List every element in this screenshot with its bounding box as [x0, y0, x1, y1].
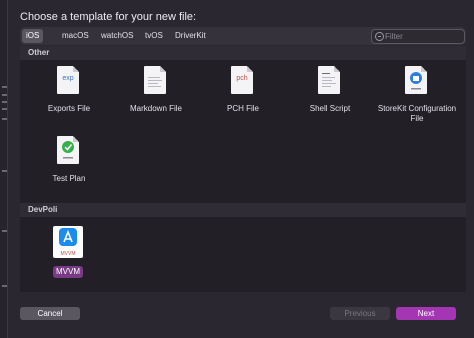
template-shell-script[interactable]: Shell Script: [286, 66, 374, 134]
template-label: StoreKit Configuration File: [377, 104, 457, 123]
cancel-button[interactable]: Cancel: [20, 307, 80, 320]
tab-macos[interactable]: macOS: [58, 29, 93, 43]
blank-document-icon: [144, 66, 166, 94]
storekit-document-icon: [405, 66, 427, 94]
testplan-document-icon: [57, 136, 79, 164]
tab-watchos[interactable]: watchOS: [97, 29, 137, 43]
template-label: Exports File: [47, 104, 91, 113]
new-file-sheet: Choose a template for your new file: iOS…: [7, 0, 474, 338]
script-document-icon: [318, 66, 340, 94]
svg-text:MVVM: MVVM: [61, 251, 76, 257]
tab-ios[interactable]: iOS: [22, 29, 44, 43]
tab-driverkit[interactable]: DriverKit: [171, 29, 210, 43]
mvvm-appstore-icon: MVVM: [53, 226, 83, 258]
template-label: Test Plan: [52, 174, 86, 183]
section-header-other: Other: [20, 46, 466, 60]
tab-tvos[interactable]: tvOS: [141, 29, 167, 43]
platform-tab-bar: iOS macOS watchOS tvOS DriverKit: [20, 27, 466, 45]
template-markdown-file[interactable]: Markdown File: [112, 66, 200, 134]
exp-document-icon: exp: [57, 66, 79, 94]
section-header-devpoli: DevPoli: [20, 203, 466, 217]
template-list: Other exp Exports File Markdown File pch…: [20, 46, 466, 292]
dialog-title: Choose a template for your new file:: [20, 11, 197, 23]
template-label: Shell Script: [309, 104, 351, 113]
previous-button[interactable]: Previous: [330, 307, 390, 320]
template-pch-file[interactable]: pch PCH File: [199, 66, 287, 134]
template-exports-file[interactable]: exp Exports File: [25, 66, 113, 134]
filter-icon: [375, 32, 384, 41]
template-label: PCH File: [226, 104, 259, 113]
next-button[interactable]: Next: [396, 307, 456, 320]
filter-input[interactable]: [385, 30, 461, 43]
filter-field[interactable]: [371, 29, 465, 44]
template-test-plan[interactable]: Test Plan: [25, 136, 113, 204]
template-label: MVVM: [53, 266, 83, 278]
template-storekit-configuration-file[interactable]: StoreKit Configuration File: [373, 66, 461, 134]
template-mvvm[interactable]: MVVM MVVM: [49, 226, 89, 294]
pch-document-icon: pch: [231, 66, 253, 94]
template-label: Markdown File: [129, 104, 182, 113]
